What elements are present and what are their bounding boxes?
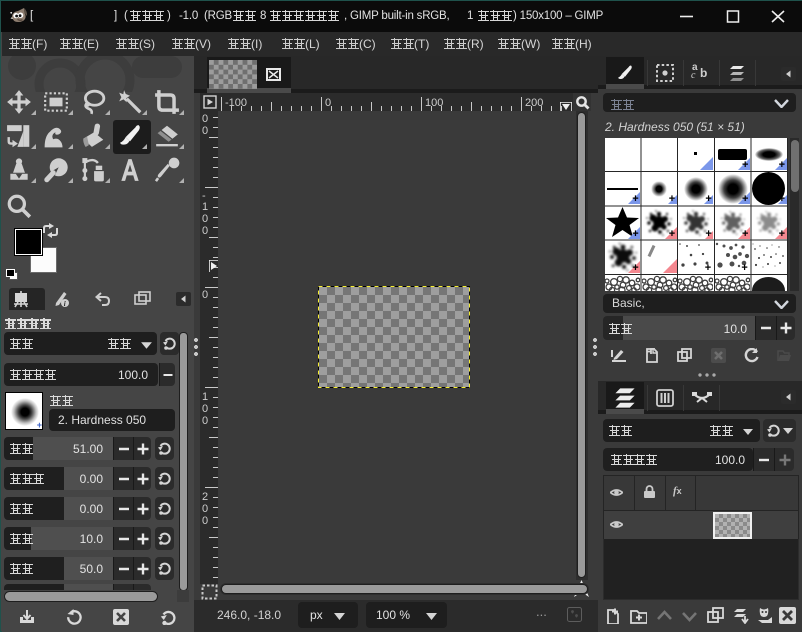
svg-text:i: i	[64, 300, 66, 308]
